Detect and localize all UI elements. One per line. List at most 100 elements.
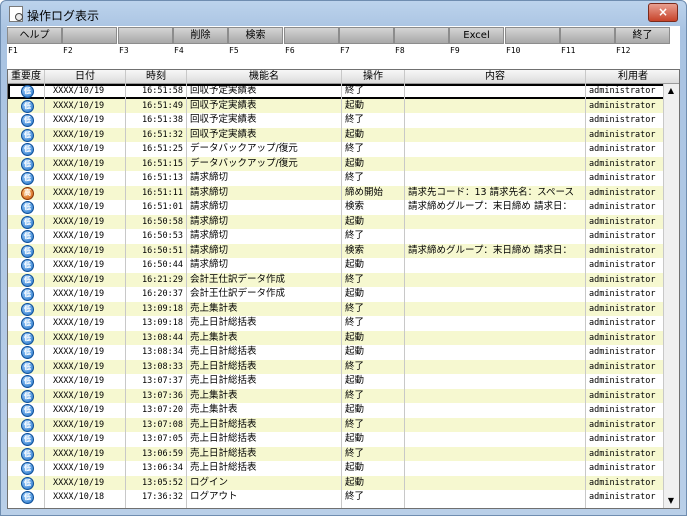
severity-cell: 低 (8, 84, 45, 99)
cell-date: XXXX/10/19 (53, 187, 105, 198)
column-header-date[interactable]: 日付 (45, 70, 126, 84)
fkey-button-f5[interactable]: 検索 (228, 27, 283, 44)
table-row[interactable]: 低 XXXX/10/19 13:08:34 売上日計総括表 起動 administrato… (8, 345, 666, 360)
cell-user: administrator (589, 158, 656, 169)
cell-func: 請求締切 (190, 244, 229, 256)
cell-user: administrator (589, 100, 656, 111)
table-row[interactable]: 低 XXXX/10/19 16:50:58 請求締切 起動 administrator (8, 214, 666, 229)
table-row[interactable]: 低 XXXX/10/19 16:50:51 請求締切 検索 請求締めグループ：末日締め 請… (8, 243, 666, 258)
column-header-content[interactable]: 内容 (405, 70, 586, 84)
cell-time: 13:08:33 (142, 361, 183, 372)
scroll-down-icon[interactable]: ▼ (665, 495, 677, 507)
cell-content (408, 113, 584, 128)
vertical-scrollbar[interactable]: ▲ ▼ (663, 84, 679, 508)
cell-op: 起動 (345, 346, 365, 357)
table-row[interactable]: 低 XXXX/10/19 16:21:29 会計王仕訳データ作成 終了 administr… (8, 272, 666, 287)
table-row[interactable]: 低 XXXX/10/19 13:09:18 売上集計表 終了 administrator (8, 301, 666, 316)
table-row[interactable]: 低 XXXX/10/19 16:51:15 データバックアップ/復元 起動 adminis… (8, 156, 666, 172)
cell-date: XXXX/10/19 (53, 434, 105, 444)
cell-date: XXXX/10/19 (53, 274, 105, 285)
cell-op: 終了 (345, 418, 365, 430)
table-row[interactable]: 低 XXXX/10/19 13:08:44 売上集計表 起動 administrator (8, 330, 666, 345)
fkey-button-f12[interactable]: 終了 (615, 27, 670, 44)
column-header-func[interactable]: 機能名 (187, 70, 342, 84)
fkey-button-f8[interactable] (394, 27, 449, 44)
table-row[interactable]: 低 XXXX/10/19 13:07:20 売上集計表 起動 administrator (8, 403, 666, 418)
column-header-sev[interactable]: 重要度 (8, 70, 45, 84)
table-row[interactable]: 低 XXXX/10/18 17:36:32 ログアウト 終了 administrator (8, 490, 666, 505)
table-row[interactable]: 低 XXXX/10/19 16:20:37 会計王仕訳データ作成 起動 administr… (8, 287, 666, 302)
table-row[interactable]: 低 XXXX/10/19 16:51:13 請求締切 終了 administrator (8, 171, 666, 186)
cell-user: administrator (589, 390, 656, 401)
severity-cell: 低 (8, 389, 45, 404)
fkey-button-f9[interactable]: Excel (449, 27, 504, 44)
cell-content (408, 360, 584, 375)
table-row[interactable]: 低 XXXX/10/19 16:51:01 請求締切 検索 請求締めグループ：末日締め 請… (8, 200, 666, 215)
severity-low-icon: 低 (21, 462, 34, 475)
fkey-button-f10[interactable] (505, 27, 560, 44)
table-row[interactable]: 低 XXXX/10/19 13:07:08 売上日計総括表 終了 administrato… (8, 417, 666, 432)
cell-content: 請求締めグループ：末日締め 請求日： (408, 244, 572, 256)
severity-cell: 低 (8, 476, 45, 491)
cell-content (408, 157, 584, 172)
table-row[interactable]: 低 XXXX/10/19 16:50:53 請求締切 終了 administrator (8, 229, 666, 244)
cell-content (408, 374, 584, 389)
table-row[interactable]: 高 XXXX/10/19 16:51:11 請求締切 締め開始 請求先コード：13 請求先… (8, 185, 666, 201)
cell-content (408, 316, 584, 331)
severity-low-icon: 低 (21, 244, 34, 258)
fkey-label-f7: F7 (340, 46, 350, 55)
scroll-up-icon[interactable]: ▲ (665, 85, 677, 97)
cell-time: 13:08:34 (142, 347, 183, 357)
severity-cell: 低 (8, 403, 45, 418)
table-row[interactable]: 低 XXXX/10/19 16:51:58 回収予定実績表 終了 administrato… (8, 84, 666, 99)
cell-op: 起動 (345, 157, 365, 169)
severity-cell: 低 (8, 360, 45, 375)
fkey-button-f3[interactable] (118, 27, 173, 44)
fkey-button-f11[interactable] (560, 27, 615, 44)
fkey-button-f2[interactable] (62, 27, 117, 44)
fkey-label-f10: F10 (506, 46, 521, 55)
cell-func: 請求締切 (190, 259, 229, 270)
table-row[interactable]: 低 XXXX/10/19 16:51:25 データバックアップ/復元 終了 adminis… (8, 142, 666, 157)
cell-time: 13:09:18 (142, 318, 183, 328)
table-row[interactable]: 低 XXXX/10/19 16:51:49 回収予定実績表 起動 administrato… (8, 98, 666, 113)
table-row[interactable]: 低 XXXX/10/19 13:05:52 ログイン 起動 administrator (8, 475, 666, 491)
table-row[interactable]: 低 XXXX/10/19 13:09:18 売上日計総括表 終了 administrato… (8, 316, 666, 331)
cell-content (408, 171, 584, 186)
cell-user: administrator (589, 115, 656, 125)
severity-cell: 高 (8, 186, 45, 201)
column-header-user[interactable]: 利用者 (586, 70, 679, 84)
column-header-op[interactable]: 操作 (342, 70, 405, 84)
fkey-button-f1[interactable]: ヘルプ (7, 27, 62, 44)
severity-cell: 低 (8, 157, 45, 172)
cell-func: データバックアップ/復元 (190, 157, 298, 169)
table-row[interactable]: 低 XXXX/10/19 13:07:36 売上集計表 終了 administrator (8, 388, 666, 404)
cell-date: XXXX/10/19 (53, 361, 105, 372)
cell-func: 売上日計総括表 (190, 433, 257, 444)
cell-op: 終了 (345, 302, 365, 314)
table-row[interactable]: 低 XXXX/10/19 16:51:38 回収予定実績表 終了 administrato… (8, 113, 666, 128)
cell-time: 13:05:52 (142, 477, 183, 488)
table-row[interactable]: 低 XXXX/10/19 13:06:34 売上日計総括表 起動 administrato… (8, 461, 666, 476)
table-row[interactable]: 低 XXXX/10/19 13:08:33 売上日計総括表 終了 administrato… (8, 359, 666, 375)
fkey-button-f7[interactable] (339, 27, 394, 44)
cell-date: XXXX/10/19 (53, 390, 105, 401)
cell-func: 売上日計総括表 (190, 375, 257, 386)
cell-date: XXXX/10/18 (53, 492, 105, 502)
table-row[interactable]: 低 XXXX/10/19 13:07:05 売上日計総括表 起動 administrato… (8, 432, 666, 447)
cell-user: administrator (589, 289, 656, 299)
fkey-button-f6[interactable] (284, 27, 339, 44)
close-button[interactable]: × (648, 3, 678, 22)
table-row[interactable]: 低 XXXX/10/19 16:51:32 回収予定実績表 起動 administrato… (8, 127, 666, 142)
table-row[interactable]: 低 XXXX/10/19 16:50:44 請求締切 起動 administrator (8, 258, 666, 273)
cell-op: 起動 (345, 476, 365, 488)
fkey-label-f2: F2 (63, 46, 73, 55)
cell-func: 請求締切 (190, 172, 229, 183)
cell-op: 終了 (345, 317, 365, 328)
table-row[interactable]: 低 XXXX/10/19 13:06:59 売上日計総括表 終了 administrato… (8, 446, 666, 461)
fkey-button-f4[interactable]: 削除 (173, 27, 228, 44)
cell-time: 16:51:38 (142, 115, 183, 125)
table-row[interactable]: 低 XXXX/10/19 13:07:37 売上日計総括表 起動 administrato… (8, 374, 666, 389)
column-header-time[interactable]: 時刻 (126, 70, 187, 84)
cell-content (408, 476, 584, 491)
